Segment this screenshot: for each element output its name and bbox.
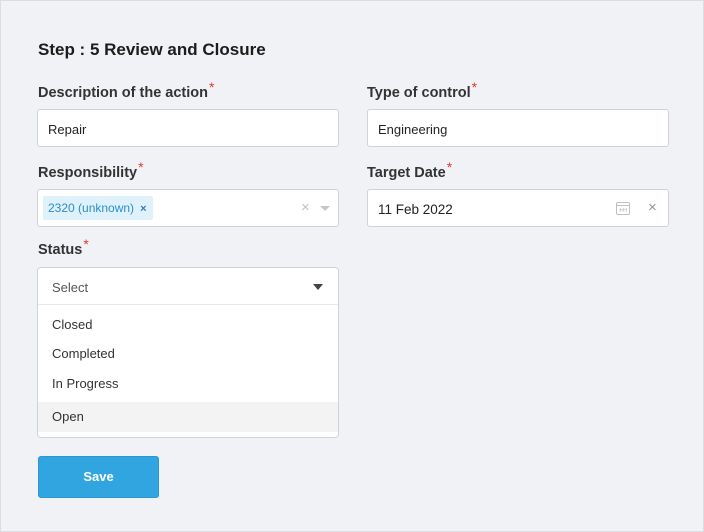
required-marker: *: [209, 79, 215, 95]
responsibility-tag-label: 2320 (unknown): [48, 201, 135, 215]
page-title: Step : 5 Review and Closure: [38, 40, 266, 59]
status-dropdown[interactable]: Select Closed Completed In Progress Open: [37, 267, 339, 438]
status-option-completed[interactable]: Completed: [38, 338, 338, 368]
description-value: Repair: [48, 122, 87, 137]
target-date-label: Target Date*: [367, 159, 452, 181]
responsibility-label-text: Responsibility: [38, 165, 138, 181]
option-label: In Progress: [52, 376, 119, 391]
required-marker: *: [446, 159, 453, 175]
type-of-control-value: Engineering: [378, 122, 448, 137]
required-marker: *: [471, 79, 478, 95]
status-option-open[interactable]: Open: [38, 402, 338, 432]
clear-icon[interactable]: ×: [301, 199, 310, 216]
required-marker: *: [138, 159, 144, 175]
responsibility-select[interactable]: 2320 (unknown) × ×: [37, 189, 339, 227]
responsibility-tag: 2320 (unknown) ×: [43, 196, 153, 220]
status-placeholder: Select: [52, 280, 89, 295]
form-panel: [0, 0, 704, 532]
caret-down-icon[interactable]: [313, 284, 323, 290]
description-input[interactable]: Repair: [37, 109, 339, 147]
target-date-value: 11 Feb 2022: [378, 202, 453, 217]
target-date-input[interactable]: 11 Feb 2022 ×: [367, 189, 669, 227]
status-label-text: Status: [38, 242, 83, 258]
option-label: Completed: [52, 346, 115, 361]
status-label: Status*: [38, 236, 89, 258]
description-label-text: Description of the action: [38, 85, 208, 101]
status-select[interactable]: Select: [38, 268, 338, 305]
clear-icon[interactable]: ×: [648, 199, 657, 216]
target-date-label-text: Target Date: [367, 165, 446, 181]
option-label: Open: [52, 409, 84, 424]
required-marker: *: [83, 236, 89, 252]
responsibility-label: Responsibility*: [38, 159, 144, 181]
option-label: Closed: [52, 317, 93, 332]
status-option-in-progress[interactable]: In Progress: [38, 368, 338, 398]
type-of-control-input[interactable]: Engineering: [367, 109, 669, 147]
calendar-icon[interactable]: [616, 202, 630, 215]
description-label: Description of the action*: [38, 79, 214, 101]
type-of-control-label: Type of control*: [367, 79, 477, 101]
status-option-closed[interactable]: Closed: [38, 309, 338, 339]
save-button[interactable]: Save: [38, 456, 159, 498]
tag-remove-icon[interactable]: ×: [140, 203, 146, 215]
chevron-down-icon[interactable]: [320, 206, 330, 211]
type-of-control-label-text: Type of control: [367, 85, 471, 101]
